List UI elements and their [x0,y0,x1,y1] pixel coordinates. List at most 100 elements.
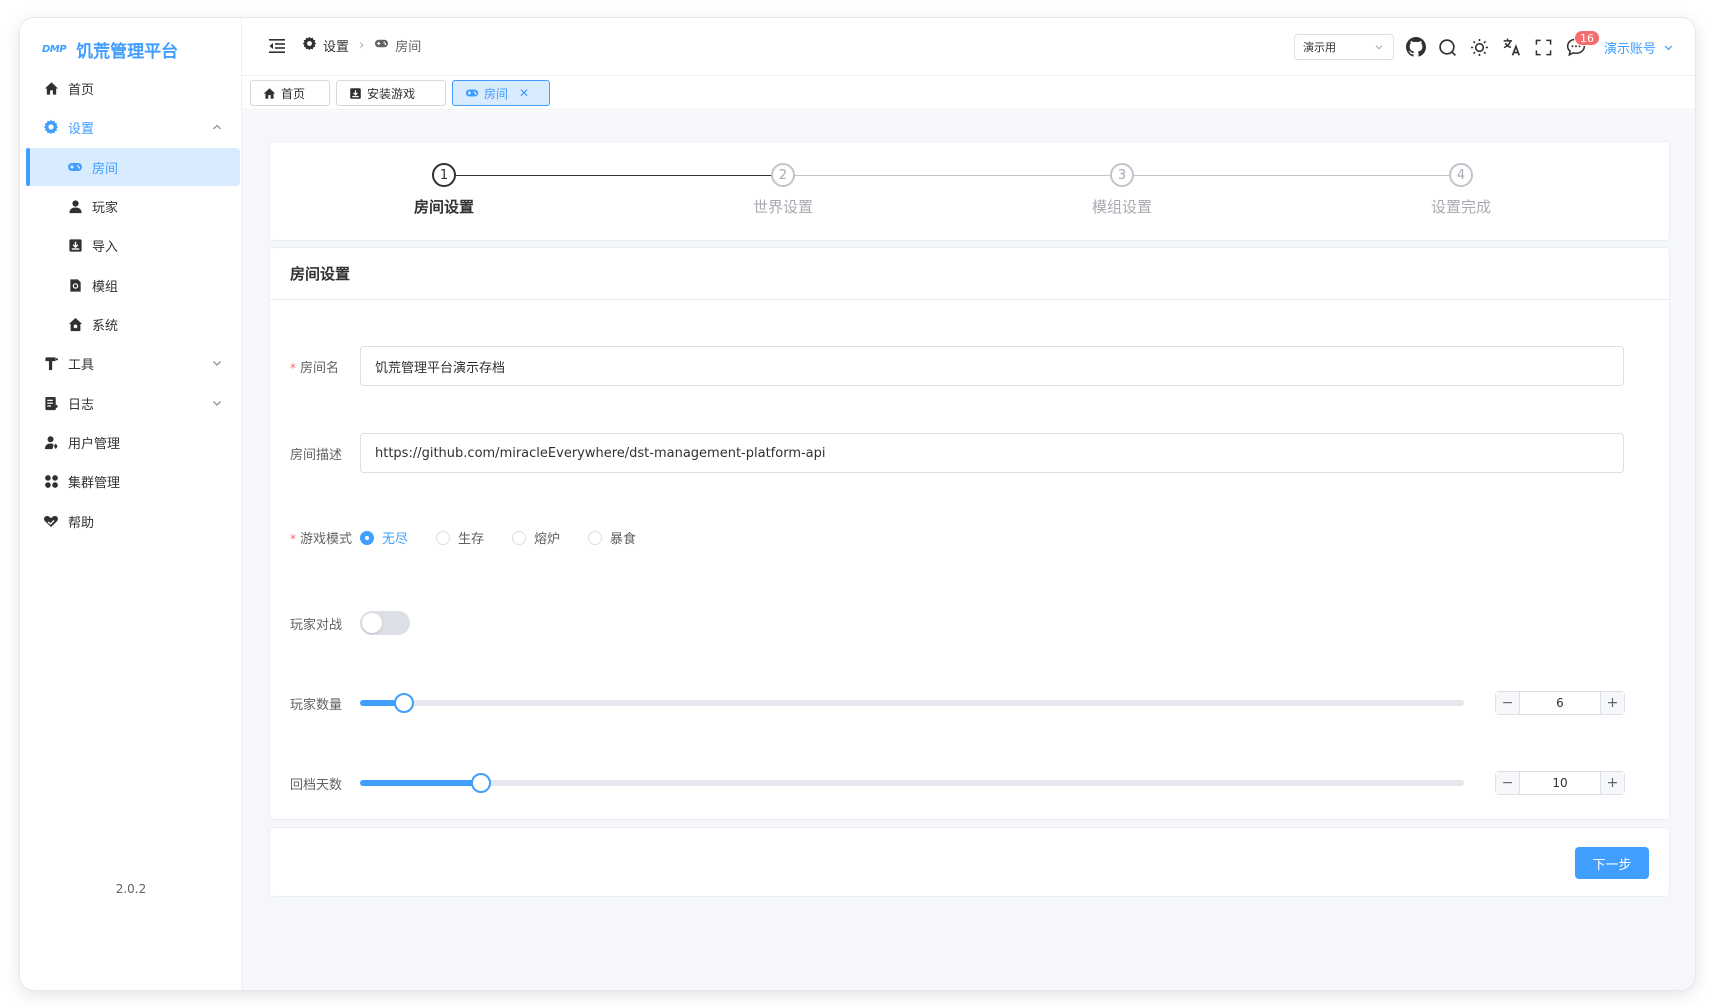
steps-card: 1 房间设置 2 世界设置 3 模组设置 4 设置完成 [269,141,1670,241]
github-icon[interactable] [1405,37,1426,57]
environment-select-value: 演示用 [1302,41,1336,54]
sidebar-item-user-management[interactable]: 用户管理 [26,423,240,461]
brand-name: 饥荒管理平台 [76,42,179,62]
sidebar-item-cluster-management[interactable]: 集群管理 [26,462,240,500]
game-mode-row: * 游戏模式 无尽 生存 熔炉 暴食 [290,528,636,547]
account-menu[interactable]: 演示账号 [1604,38,1675,57]
room-name-input[interactable]: 饥荒管理平台演示存档 [360,346,1624,386]
breadcrumb-item-settings[interactable]: 设置 [323,36,349,55]
game-mode-quagmire-radio[interactable]: 暴食 [588,528,636,547]
sidebar: DMP 饥荒管理平台 首页 设置 房间 玩家 导入 模组 系统 工具 日志 用户… [20,18,242,990]
sidebar-item-system[interactable]: 系统 [26,305,240,343]
room-name-row: * 房间名 饥荒管理平台演示存档 [290,346,1624,386]
house-gear-icon [67,316,83,332]
room-desc-input[interactable]: https://github.com/miracleEverywhere/dst… [360,433,1624,473]
sidebar-item-help[interactable]: 帮助 [26,502,240,540]
sidebar-item-label: 模组 [92,279,119,295]
breadcrumb: 设置 › 房间 [302,36,421,55]
step-world-settings: 2 世界设置 [703,163,863,217]
step-title: 房间设置 [413,198,474,216]
gear-icon [302,36,317,55]
rollback-days-value[interactable]: 10 [1520,772,1600,794]
app-window: DMP 饥荒管理平台 首页 设置 房间 玩家 导入 模组 系统 工具 日志 用户… [20,18,1695,990]
app-version: 2.0.2 [115,882,147,896]
tab-home[interactable]: 首页 [250,80,330,106]
step-number: 4 [1449,163,1473,187]
room-desc-label: 房间描述 [290,447,343,463]
tags-view: 首页 安装游戏 房间 ✕ [242,76,1695,110]
room-name-label: * 房间名 [290,360,340,376]
sidebar-item-logs[interactable]: 日志 [26,384,240,422]
rollback-days-slider[interactable] [360,773,1464,793]
increment-button[interactable]: + [1600,772,1624,794]
radio-dot [588,530,603,545]
gamepad-icon [374,36,389,55]
sidebar-item-label: 房间 [92,161,119,177]
slider-thumb[interactable] [394,693,415,713]
step-title: 设置完成 [1430,198,1491,216]
tab-label: 安装游戏 [367,86,416,101]
game-mode-label: * 游戏模式 [290,532,353,547]
slider-track [360,780,1464,786]
game-mode-survival-radio[interactable]: 生存 [436,528,484,547]
max-players-value[interactable]: 6 [1520,692,1600,714]
sidebar-item-home[interactable]: 首页 [26,69,240,107]
decrement-button[interactable]: − [1496,772,1520,794]
decrement-button[interactable]: − [1496,692,1520,714]
game-mode-radio-group: 无尽 生存 熔炉 暴食 [360,528,636,547]
max-players-slider[interactable] [360,693,1464,713]
room-settings-form: 房间设置 * 房间名 饥荒管理平台演示存档 房间描述 https://github… [269,247,1670,820]
sidebar-item-label: 用户管理 [68,436,121,452]
slider-fill [360,780,482,786]
step-number: 2 [771,163,795,187]
step-room-settings: 1 房间设置 [364,163,524,217]
required-mark: * [290,532,296,546]
sun-icon[interactable] [1470,37,1490,57]
install-icon [350,87,361,99]
radio-dot [512,530,527,545]
switch-knob [362,613,382,633]
game-mode-lavaarena-radio[interactable]: 熔炉 [512,528,560,547]
search-icon[interactable] [1438,37,1458,57]
sidebar-item-import[interactable]: 导入 [26,226,240,264]
tab-room[interactable]: 房间 ✕ [452,80,550,106]
rollback-days-label: 回档天数 [290,777,343,793]
radio-dot [436,530,451,545]
breadcrumb-separator-icon: › [359,38,365,53]
brand[interactable]: DMP 饥荒管理平台 [42,37,178,62]
slider-track [360,700,1464,706]
import-icon [67,237,83,253]
sidebar-item-players[interactable]: 玩家 [26,187,240,225]
sidebar-item-mods[interactable]: 模组 [26,266,240,304]
step-complete: 4 设置完成 [1381,163,1541,217]
chevron-down-icon [1375,45,1383,50]
environment-select[interactable]: 演示用 [1293,34,1394,60]
game-mode-endless-radio[interactable]: 无尽 [360,528,408,547]
gamepad-icon [67,159,83,175]
pvp-switch[interactable] [360,611,410,635]
next-step-button[interactable]: 下一步 [1575,847,1649,879]
header-actions: 演示用 16 演示账号 [1293,30,1675,64]
sidebar-item-label: 工具 [68,357,95,373]
sidebar-item-label: 设置 [68,121,95,137]
sidebar-item-room[interactable]: 房间 [26,148,240,186]
close-icon[interactable]: ✕ [519,86,529,100]
fullscreen-icon[interactable] [1534,37,1554,57]
translate-icon[interactable] [1502,37,1522,57]
sidebar-item-tools[interactable]: 工具 [26,344,240,382]
tools-icon [43,355,59,371]
tab-install-game[interactable]: 安装游戏 [336,80,446,106]
pvp-row: 玩家对战 [290,611,410,635]
sidebar-item-label: 系统 [92,318,119,334]
radio-dot [360,530,374,545]
mod-file-icon [67,277,83,293]
menu-fold-icon[interactable] [268,37,286,55]
chevron-down-icon [213,361,221,366]
increment-button[interactable]: + [1600,692,1624,714]
tab-label: 首页 [281,86,306,101]
required-mark: * [290,360,296,375]
form-title: 房间设置 [270,248,1669,300]
message-icon[interactable]: 16 [1566,30,1600,57]
sidebar-item-settings[interactable]: 设置 [26,108,240,146]
slider-thumb[interactable] [471,773,492,793]
